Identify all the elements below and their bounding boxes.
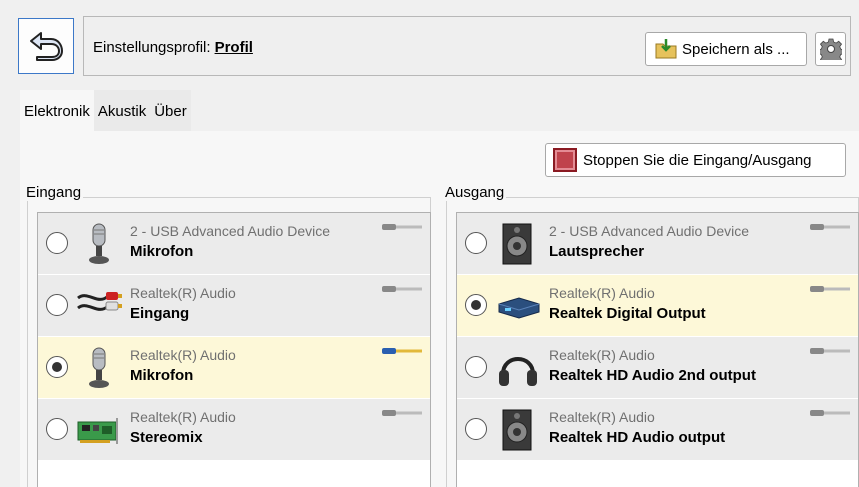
speaker-icon — [502, 409, 532, 451]
input-device-row[interactable]: Realtek(R) Audio Eingang — [38, 275, 430, 337]
stop-icon — [553, 148, 577, 172]
device-driver: Realtek(R) Audio — [130, 347, 236, 363]
radio-button[interactable] — [465, 294, 487, 316]
profile-panel: Einstellungsprofil: Profil Speichern als … — [83, 16, 851, 76]
microphone-icon — [89, 223, 109, 264]
device-name: Stereomix — [130, 429, 203, 446]
back-button[interactable] — [18, 18, 74, 74]
digital-output-icon — [498, 297, 540, 319]
audio-jack-icon — [382, 410, 422, 416]
output-device-row[interactable]: Realtek(R) Audio Realtek Digital Output — [457, 275, 858, 337]
output-device-list: 2 - USB Advanced Audio Device Lautsprech… — [456, 212, 859, 487]
headphones-icon — [499, 357, 537, 386]
output-group-title: Ausgang — [443, 184, 507, 201]
audio-jack-icon — [810, 286, 850, 292]
device-name: Realtek HD Audio output — [549, 429, 726, 446]
device-driver: Realtek(R) Audio — [130, 409, 236, 425]
input-device-row[interactable]: Realtek(R) Audio Stereomix — [38, 399, 430, 461]
radio-button[interactable] — [465, 418, 487, 440]
save-as-label: Speichern als ... — [682, 40, 790, 58]
input-group-title: Eingang — [24, 184, 84, 201]
output-device-row[interactable]: 2 - USB Advanced Audio Device Lautsprech… — [457, 213, 858, 275]
settings-button[interactable] — [815, 32, 846, 66]
device-driver: Realtek(R) Audio — [549, 285, 655, 301]
tab-elektronik[interactable]: Elektronik — [20, 90, 94, 132]
tab-akustik[interactable]: Akustik — [93, 90, 151, 132]
save-folder-icon — [655, 39, 677, 59]
save-as-button[interactable]: Speichern als ... — [645, 32, 807, 66]
radio-button[interactable] — [46, 356, 68, 378]
microphone-icon — [89, 347, 109, 388]
device-driver: Realtek(R) Audio — [549, 409, 655, 425]
input-device-list: 2 - USB Advanced Audio Device Mikrofon R… — [37, 212, 431, 487]
audio-jack-icon — [810, 348, 850, 354]
output-device-row[interactable]: Realtek(R) Audio Realtek HD Audio 2nd ou… — [457, 337, 858, 399]
tab-bar: Elektronik Akustik Über — [20, 90, 191, 132]
device-name: Realtek Digital Output — [549, 305, 706, 322]
output-group: Ausgang 2 - USB Advanced Audio Device La… — [443, 184, 859, 487]
device-name: Lautsprecher — [549, 243, 645, 260]
top-bar: Einstellungsprofil: Profil Speichern als … — [10, 10, 859, 80]
audio-jack-icon-active — [382, 348, 422, 354]
device-name: Mikrofon — [130, 367, 194, 384]
device-name: Eingang — [130, 305, 190, 322]
stop-io-button[interactable]: Stoppen Sie die Eingang/Ausgang — [545, 143, 846, 177]
device-name: Mikrofon — [130, 243, 194, 260]
audio-jack-icon — [810, 410, 850, 416]
device-name: Realtek HD Audio 2nd output — [549, 367, 756, 384]
input-device-row[interactable]: Realtek(R) Audio Mikrofon — [38, 337, 430, 399]
device-driver: Realtek(R) Audio — [130, 285, 236, 301]
sound-card-icon — [77, 418, 118, 444]
radio-button[interactable] — [465, 232, 487, 254]
audio-jack-icon — [382, 286, 422, 292]
input-device-row[interactable]: 2 - USB Advanced Audio Device Mikrofon — [38, 213, 430, 275]
back-arrow-icon — [30, 32, 63, 61]
device-driver: Realtek(R) Audio — [549, 347, 655, 363]
tab-ueber[interactable]: Über — [150, 90, 191, 132]
audio-jack-icon — [382, 224, 422, 230]
radio-button[interactable] — [465, 356, 487, 378]
profile-label: Einstellungsprofil: — [93, 39, 211, 56]
profile-name-link[interactable]: Profil — [215, 39, 253, 56]
stop-io-label: Stoppen Sie die Eingang/Ausgang — [583, 151, 812, 169]
radio-button[interactable] — [46, 294, 68, 316]
radio-button[interactable] — [46, 418, 68, 440]
gear-icon — [819, 38, 842, 60]
tab-panel-elektronik: Stoppen Sie die Eingang/Ausgang Eingang … — [20, 131, 859, 487]
input-group: Eingang 2 - USB Advanced Audio Device Mi… — [24, 184, 431, 487]
device-driver: 2 - USB Advanced Audio Device — [549, 223, 750, 239]
output-device-row[interactable]: Realtek(R) Audio Realtek HD Audio output — [457, 399, 858, 461]
audio-jack-icon — [810, 224, 850, 230]
speaker-icon — [502, 223, 532, 265]
device-driver: 2 - USB Advanced Audio Device — [130, 223, 331, 239]
rca-cable-icon — [77, 292, 122, 311]
radio-button[interactable] — [46, 232, 68, 254]
